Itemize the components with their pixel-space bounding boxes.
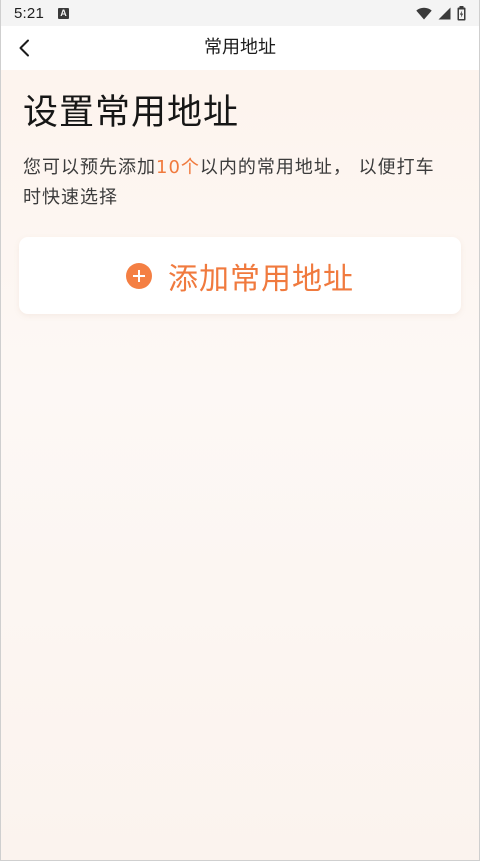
plus-circle-icon — [126, 262, 152, 289]
add-common-address-label: 添加常用地址 — [168, 261, 354, 297]
add-common-address-button[interactable]: 添加常用地址 — [19, 237, 461, 314]
battery-icon — [457, 5, 466, 20]
notification-a-icon: A — [58, 7, 69, 19]
status-time: 5:21 — [14, 4, 44, 22]
address-limit-count: 10个 — [156, 157, 200, 178]
navigation-bar: 常用地址 — [0, 26, 480, 70]
status-icons — [416, 5, 466, 21]
page-title: 常用地址 — [204, 37, 276, 58]
cellular-signal-icon — [438, 7, 451, 19]
section-description: 您可以预先添加10个以内的常用地址， 以便打车时快速选择 — [23, 153, 453, 213]
description-prefix: 您可以预先添加 — [23, 157, 156, 178]
section-heading: 设置常用地址 — [23, 93, 240, 133]
status-bar: 5:21 A — [0, 0, 480, 26]
wifi-icon — [416, 7, 432, 19]
